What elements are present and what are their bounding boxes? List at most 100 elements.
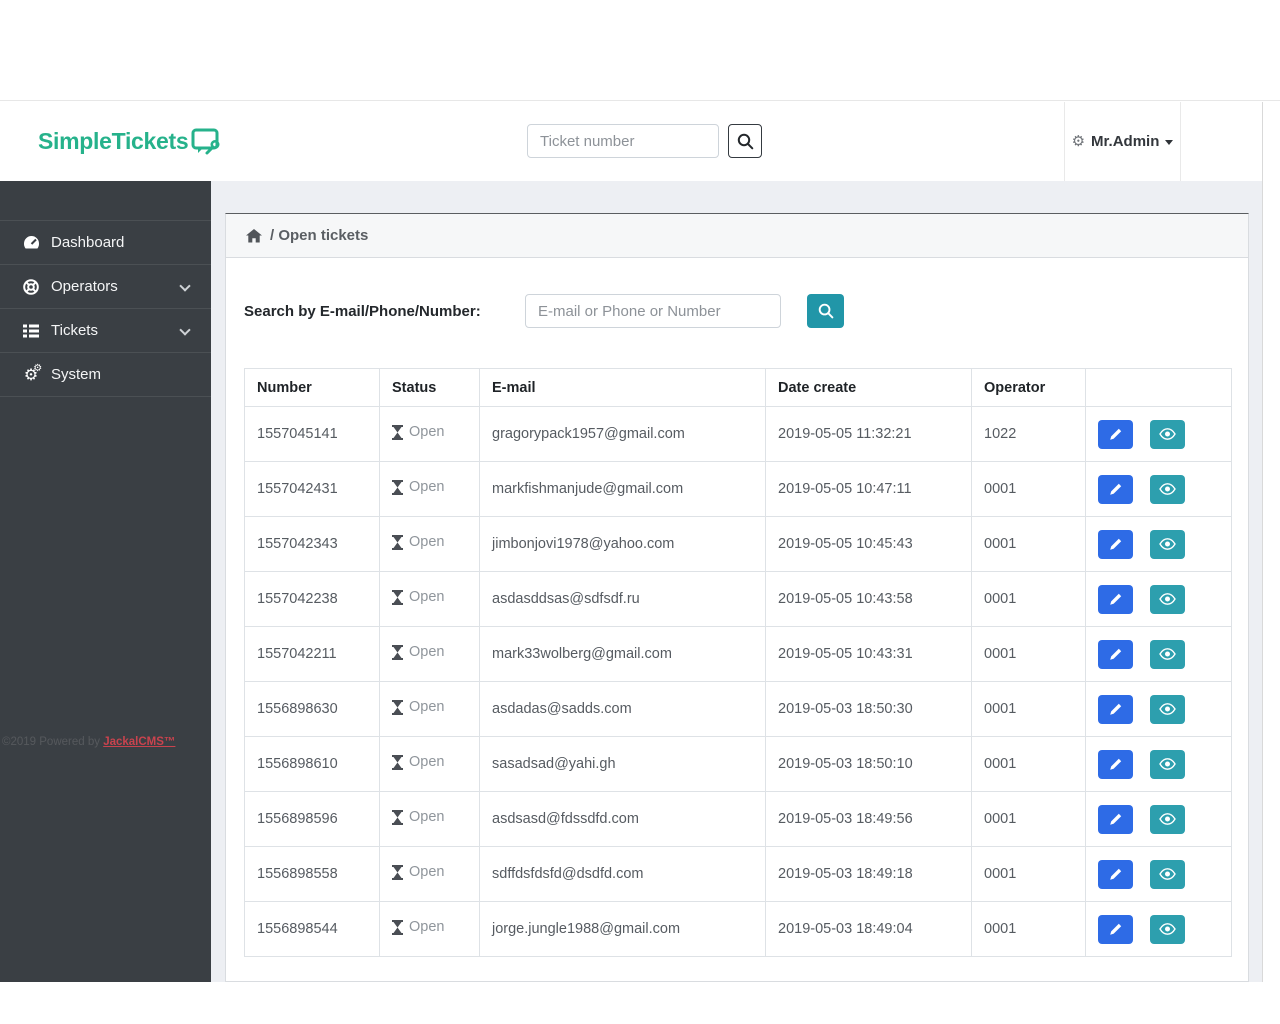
edit-button[interactable] [1098,639,1133,669]
status-cell: Open [379,901,480,957]
email-cell: sasadsad@yahi.gh [479,736,766,792]
edit-button[interactable] [1098,859,1133,889]
hourglass-icon [392,754,403,770]
edit-button[interactable] [1098,474,1133,504]
view-button[interactable] [1150,474,1186,504]
status-text: Open [409,589,445,606]
status-cell: Open [379,791,480,847]
table-row: 1557042343 Open jimbonjovi1978@yahoo.com… [244,516,1232,572]
sidebar-item-tickets[interactable]: Tickets [0,309,211,353]
ticket-number-cell: 1556898610 [244,736,380,792]
scrollbar[interactable] [1262,102,1263,982]
header-search-button[interactable] [728,124,762,158]
sidebar-item-operators[interactable]: Operators [0,265,211,309]
view-button[interactable] [1150,804,1186,834]
email-search-button[interactable] [807,294,844,328]
jackalcms-link[interactable]: JackalCMS™ [103,736,175,748]
ticket-number-input[interactable] [527,124,719,158]
view-eye-icon [1159,593,1176,605]
edit-button[interactable] [1098,749,1133,779]
status-text: Open [409,479,445,496]
email-search-input[interactable] [525,294,781,328]
tickets-table: Number Status E-mail Date create Operato… [244,368,1232,957]
date-create-cell: 2019-05-05 10:45:43 [765,516,972,572]
brand-chat-wrench-icon [191,128,222,156]
hourglass-icon [392,809,403,825]
sidebar-item-dashboard[interactable]: Dashboard [0,221,211,265]
operator-cell: 0001 [971,516,1086,572]
hourglass-icon [392,919,403,935]
date-create-cell: 2019-05-05 10:43:58 [765,571,972,627]
open-tickets-card: / Open tickets Search by E-mail/Phone/Nu… [225,213,1249,982]
view-eye-icon [1159,703,1176,715]
view-button[interactable] [1150,859,1186,889]
table-row: 1557042431 Open markfishmanjude@gmail.co… [244,461,1232,517]
brand-logo[interactable]: SimpleTickets [38,102,222,181]
view-button[interactable] [1150,584,1186,614]
view-button[interactable] [1150,694,1186,724]
column-header-date-create: Date create [765,368,972,407]
view-eye-icon [1159,813,1176,825]
edit-pencil-icon [1109,813,1122,826]
column-header-operator: Operator [971,368,1086,407]
edit-button[interactable] [1098,584,1133,614]
home-icon[interactable] [246,228,262,243]
hourglass-icon [392,699,403,715]
view-button[interactable] [1150,749,1186,779]
actions-cell [1085,846,1232,902]
sidebar-footer: ©2019 Powered by JackalCMS™ [2,736,175,748]
sidebar-item-system[interactable]: ⚙ ⚙ System [0,353,211,397]
user-name: Mr.Admin [1091,133,1160,150]
edit-pencil-icon [1109,758,1122,771]
date-create-cell: 2019-05-03 18:50:30 [765,681,972,737]
status-text: Open [409,919,445,936]
hourglass-icon [392,644,403,660]
date-create-cell: 2019-05-05 10:47:11 [765,461,972,517]
ticket-number-cell: 1556898630 [244,681,380,737]
column-header-status: Status [379,368,480,407]
gear-icon: ⚙ [1071,132,1086,150]
actions-cell [1085,406,1232,462]
operator-cell: 0001 [971,846,1086,902]
search-panel: Search by E-mail/Phone/Number: [244,294,1230,328]
hourglass-icon [392,479,403,495]
column-header-actions [1085,368,1232,407]
caret-down-icon [1165,140,1174,145]
table-row: 1556898558 Open sdffdsfdsfd@dsdfd.com 20… [244,846,1232,902]
date-create-cell: 2019-05-03 18:49:56 [765,791,972,847]
view-button[interactable] [1150,419,1186,449]
status-cell: Open [379,846,480,902]
table-row: 1557042211 Open mark33wolberg@gmail.com … [244,626,1232,682]
actions-cell [1085,571,1232,627]
edit-button[interactable] [1098,914,1133,944]
email-cell: sdffdsfdsfd@dsdfd.com [479,846,766,902]
actions-cell [1085,516,1232,572]
actions-cell [1085,626,1232,682]
edit-button[interactable] [1098,419,1133,449]
email-cell: mark33wolberg@gmail.com [479,626,766,682]
table-row: 1556898610 Open sasadsad@yahi.gh 2019-05… [244,736,1232,792]
status-cell: Open [379,626,480,682]
search-icon [737,133,754,150]
edit-button[interactable] [1098,529,1133,559]
status-text: Open [409,424,445,441]
view-button[interactable] [1150,639,1186,669]
operator-cell: 0001 [971,626,1086,682]
edit-button[interactable] [1098,804,1133,834]
column-header-number: Number [244,368,380,407]
view-button[interactable] [1150,914,1186,944]
ticket-number-cell: 1557042211 [244,626,380,682]
copyright-text: ©2019 Powered by [2,736,100,748]
hourglass-icon [392,864,403,880]
email-cell: asdsasd@fdssdfd.com [479,791,766,847]
actions-cell [1085,736,1232,792]
edit-button[interactable] [1098,694,1133,724]
operator-cell: 0001 [971,791,1086,847]
status-cell: Open [379,681,480,737]
brand-name: SimpleTickets [38,128,189,154]
user-menu[interactable]: ⚙ Mr.Admin [1064,102,1181,181]
view-eye-icon [1159,648,1176,660]
view-button[interactable] [1150,529,1186,559]
card-body: Search by E-mail/Phone/Number: E-mail or… [226,258,1248,957]
status-cell: Open [379,406,480,462]
